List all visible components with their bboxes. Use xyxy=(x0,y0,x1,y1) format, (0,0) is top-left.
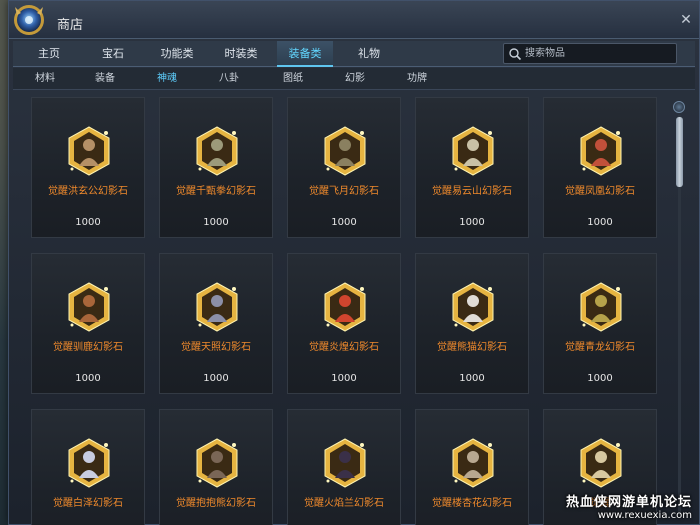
main-tab-bar: 主页 宝石 功能类 时装类 装备类 礼物 xyxy=(13,41,695,67)
item-name: 觉醒天照幻影石 xyxy=(181,342,251,353)
item-price: 1000 xyxy=(203,373,229,384)
window-title: 商店 xyxy=(57,18,84,33)
item-name: 觉醒飞月幻影石 xyxy=(309,186,379,197)
item-card[interactable]: 觉醒飞月幻影石 1000 xyxy=(287,97,401,238)
item-price: 1000 xyxy=(587,373,613,384)
title-bar[interactable]: 商店 ✕ xyxy=(9,1,699,39)
item-name: 觉醒抱抱熊幻影石 xyxy=(176,498,256,509)
item-card[interactable]: 觉醒易云山幻影石 1000 xyxy=(415,97,529,238)
subtab-blueprints[interactable]: 图纸 xyxy=(269,68,317,90)
subtab-phantom[interactable]: 幻影 xyxy=(331,68,379,90)
character-portrait-icon xyxy=(68,126,110,176)
item-price: 1000 xyxy=(203,217,229,228)
item-name: 觉醒易云山幻影石 xyxy=(432,186,512,197)
watermark-url: www.rexuexia.com xyxy=(597,510,692,521)
item-card[interactable]: 觉醒楼杏花幻影石 xyxy=(415,409,529,525)
character-portrait-icon xyxy=(196,282,238,332)
item-name: 觉醒凤凰幻影石 xyxy=(565,186,635,197)
character-portrait-icon xyxy=(324,126,366,176)
item-card[interactable]: 觉醒炎煌幻影石 1000 xyxy=(287,253,401,394)
tab-home[interactable]: 主页 xyxy=(21,41,77,67)
item-card[interactable]: 觉醒洪玄公幻影石 1000 xyxy=(31,97,145,238)
item-card[interactable]: 觉醒火焰兰幻影石 xyxy=(287,409,401,525)
tab-functional[interactable]: 功能类 xyxy=(149,41,205,67)
character-portrait-icon xyxy=(68,282,110,332)
item-card[interactable]: 觉醒熊猫幻影石 1000 xyxy=(415,253,529,394)
character-portrait-icon xyxy=(452,282,494,332)
sub-tab-bar: 材料 装备 神魂 八卦 图纸 幻影 功牌 xyxy=(13,68,695,90)
watermark-title: 热血侠网游单机论坛 xyxy=(565,495,692,510)
item-card[interactable]: 觉醒青龙幻影石 1000 xyxy=(543,253,657,394)
shop-window: 商店 ✕ 主页 宝石 功能类 时装类 装备类 礼物 材料 装备 神魂 八卦 图纸… xyxy=(8,0,700,525)
item-price: 1000 xyxy=(331,373,357,384)
item-grid: 觉醒洪玄公幻影石 1000 觉醒千甄拳幻影石 1000 觉醒飞月幻影石 1000 觉醒易云山… xyxy=(31,97,671,525)
site-watermark: 热血侠网游单机论坛 www.rexuexia.com xyxy=(566,491,692,521)
item-card[interactable]: 觉醒凤凰幻影石 1000 xyxy=(543,97,657,238)
item-card[interactable]: 觉醒天照幻影石 1000 xyxy=(159,253,273,394)
item-name: 觉醒火焰兰幻影石 xyxy=(304,498,384,509)
scrollbar[interactable] xyxy=(673,101,685,521)
subtab-materials[interactable]: 材料 xyxy=(21,68,69,90)
character-portrait-icon xyxy=(196,438,238,488)
character-portrait-icon xyxy=(580,282,622,332)
subtab-bagua[interactable]: 八卦 xyxy=(205,68,253,90)
item-name: 觉醒千甄拳幻影石 xyxy=(176,186,256,197)
character-portrait-icon xyxy=(196,126,238,176)
item-name: 觉醒洪玄公幻影石 xyxy=(48,186,128,197)
item-card[interactable]: 觉醒白泽幻影石 xyxy=(31,409,145,525)
item-name: 觉醒青龙幻影石 xyxy=(565,342,635,353)
search-icon xyxy=(509,48,522,61)
search-box[interactable] xyxy=(503,43,677,64)
item-price: 1000 xyxy=(331,217,357,228)
close-icon[interactable]: ✕ xyxy=(679,13,693,27)
subtab-soul[interactable]: 神魂 xyxy=(143,68,191,90)
character-portrait-icon xyxy=(324,282,366,332)
item-price: 1000 xyxy=(459,373,485,384)
item-card[interactable]: 觉醒千甄拳幻影石 1000 xyxy=(159,97,273,238)
item-name: 觉醒驯鹿幻影石 xyxy=(53,342,123,353)
character-portrait-icon xyxy=(68,438,110,488)
item-card[interactable]: 觉醒抱抱熊幻影石 xyxy=(159,409,273,525)
item-price: 1000 xyxy=(75,217,101,228)
subtab-gear[interactable]: 装备 xyxy=(81,68,129,90)
item-name: 觉醒炎煌幻影石 xyxy=(309,342,379,353)
tab-equipment[interactable]: 装备类 xyxy=(277,41,333,67)
character-portrait-icon xyxy=(580,126,622,176)
item-price: 1000 xyxy=(459,217,485,228)
item-name: 觉醒楼杏花幻影石 xyxy=(432,498,512,509)
item-name: 觉醒白泽幻影石 xyxy=(53,498,123,509)
item-name: 觉醒熊猫幻影石 xyxy=(437,342,507,353)
character-portrait-icon xyxy=(580,438,622,488)
tab-gifts[interactable]: 礼物 xyxy=(341,41,397,67)
scroll-up-icon[interactable] xyxy=(673,101,685,113)
character-portrait-icon xyxy=(452,126,494,176)
character-portrait-icon xyxy=(324,438,366,488)
tab-fashion[interactable]: 时装类 xyxy=(213,41,269,67)
shop-emblem-icon xyxy=(14,5,44,35)
item-price: 1000 xyxy=(587,217,613,228)
character-portrait-icon xyxy=(452,438,494,488)
search-input[interactable] xyxy=(525,45,673,62)
subtab-merit-badge[interactable]: 功牌 xyxy=(393,68,441,90)
item-card[interactable]: 觉醒驯鹿幻影石 1000 xyxy=(31,253,145,394)
item-price: 1000 xyxy=(75,373,101,384)
scroll-thumb[interactable] xyxy=(676,117,683,187)
tab-gems[interactable]: 宝石 xyxy=(85,41,141,67)
